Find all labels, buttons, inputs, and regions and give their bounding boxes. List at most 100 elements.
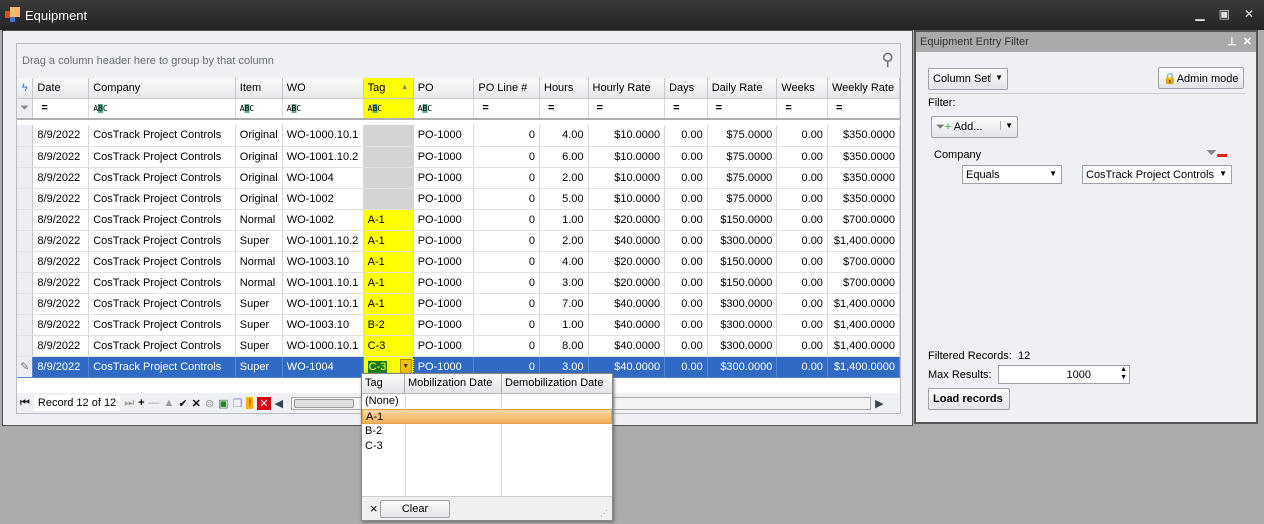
operator-select[interactable]: Equals ▼ [962, 165, 1062, 184]
cell-weekly-rate[interactable]: $350.0000 [827, 125, 901, 147]
cell-weeks[interactable]: 0.00 [776, 335, 828, 357]
resize-grip-icon[interactable]: ⋰ [600, 509, 608, 518]
cell-weeks[interactable]: 0.00 [776, 146, 828, 168]
cell-tag[interactable]: A-1 [363, 251, 414, 273]
cell-company[interactable]: CosTrack Project Controls [88, 272, 236, 294]
column-chooser-icon[interactable]: ϟ [17, 78, 34, 99]
cell-company[interactable]: CosTrack Project Controls [88, 293, 236, 315]
cell-days[interactable]: 0.00 [664, 272, 708, 294]
cell-hourly-rate[interactable]: $40.0000 [588, 293, 666, 315]
pin-icon[interactable]: ⊥ [1227, 36, 1237, 48]
cell-weekly-rate[interactable]: $1,400.0000 [827, 293, 901, 315]
filter-value-select[interactable]: CosTrack Project Controls ▼ [1082, 165, 1232, 184]
column-header-weeks[interactable]: Weeks [776, 78, 828, 99]
cell-weeks[interactable]: 0.00 [776, 230, 828, 252]
spin-icon[interactable]: ▲ ▼ [1120, 366, 1127, 382]
cell-date[interactable]: 8/9/2022 [32, 293, 90, 315]
cell-po[interactable]: PO-1000 [413, 188, 475, 210]
maximize-button[interactable]: ▣ [1219, 7, 1230, 21]
cell-wo[interactable]: WO-1000.10.1 [282, 125, 364, 147]
dropdown-item[interactable]: B-2 [362, 424, 612, 439]
filter-cell[interactable]: = [776, 98, 828, 120]
cell-company[interactable]: CosTrack Project Controls [88, 188, 236, 210]
cell-days[interactable]: 0.00 [664, 209, 708, 231]
cell-po-line-[interactable]: 0 [473, 314, 540, 336]
cell-weekly-rate[interactable]: $1,400.0000 [827, 230, 901, 252]
cell-item[interactable]: Original [235, 125, 283, 147]
cell-weekly-rate[interactable]: $1,400.0000 [827, 314, 901, 336]
cell-po[interactable]: PO-1000 [413, 167, 475, 189]
dropdown-col-mobilization[interactable]: Mobilization Date [405, 374, 502, 393]
cell-weeks[interactable]: 0.00 [776, 209, 828, 231]
clear-button[interactable]: Clear [380, 500, 450, 518]
filter-cell[interactable]: ABC [363, 98, 414, 120]
cell-weeks[interactable]: 0.00 [776, 167, 828, 189]
cell-po[interactable]: PO-1000 [413, 293, 475, 315]
dropdown-col-tag[interactable]: Tag [362, 374, 405, 393]
cell-item[interactable]: Super [235, 356, 283, 378]
cell-tag[interactable] [363, 146, 414, 168]
cell-wo[interactable]: WO-1001.10.1 [282, 272, 364, 294]
cell-daily-rate[interactable]: $300.0000 [707, 230, 778, 252]
filter-cell[interactable]: ABC [235, 98, 283, 120]
cell-weekly-rate[interactable]: $700.0000 [827, 251, 901, 273]
cell-hours[interactable]: 7.00 [539, 293, 589, 315]
cell-hours[interactable]: 5.00 [539, 188, 589, 210]
filter-cell[interactable]: = [707, 98, 778, 120]
row-indicator[interactable] [17, 335, 34, 357]
cell-po-line-[interactable]: 0 [473, 230, 540, 252]
cell-daily-rate[interactable]: $300.0000 [707, 335, 778, 357]
cell-wo[interactable]: WO-1001.10.2 [282, 146, 364, 168]
column-header-weekly-rate[interactable]: Weekly Rate [827, 78, 901, 99]
cell-weeks[interactable]: 0.00 [776, 356, 828, 378]
dropdown-item[interactable]: A-1 [362, 409, 612, 424]
filter-cell[interactable]: = [32, 98, 90, 120]
column-header-po[interactable]: PO [413, 78, 475, 99]
close-button[interactable]: ✕ [1244, 7, 1254, 21]
table-row[interactable]: 8/9/2022 CosTrack Project Controls Normal W… [17, 272, 901, 294]
row-indicator[interactable] [17, 314, 34, 336]
cell-tag[interactable]: A-1 [363, 272, 414, 294]
filter-cell[interactable]: ABC [88, 98, 236, 120]
save-record-button[interactable]: ✔ [178, 397, 187, 410]
cell-daily-rate[interactable]: $300.0000 [707, 293, 778, 315]
dropdown-button[interactable]: ▼ [399, 358, 412, 374]
cell-days[interactable]: 0.00 [664, 125, 708, 147]
cell-tag[interactable] [363, 188, 414, 210]
scroll-left-button[interactable]: ◀ [275, 397, 283, 410]
cell-po[interactable]: PO-1000 [413, 125, 475, 147]
cell-days[interactable]: 0.00 [664, 293, 708, 315]
dropdown-item[interactable]: C-3 [362, 439, 612, 454]
table-row[interactable]: 8/9/2022 CosTrack Project Controls Origina… [17, 146, 901, 168]
filter-cell[interactable]: = [539, 98, 589, 120]
cell-po-line-[interactable]: 0 [473, 251, 540, 273]
delete-record-button[interactable]: — [149, 397, 160, 409]
panel-close-icon[interactable]: ✕ [1243, 36, 1252, 48]
cell-days[interactable]: 0.00 [664, 188, 708, 210]
cell-item[interactable]: Super [235, 230, 283, 252]
cell-item[interactable]: Normal [235, 251, 283, 273]
cell-daily-rate[interactable]: $75.0000 [707, 167, 778, 189]
cell-daily-rate[interactable]: $150.0000 [707, 209, 778, 231]
row-indicator[interactable]: ✎ [17, 356, 34, 378]
row-indicator[interactable] [17, 146, 34, 168]
cell-po[interactable]: PO-1000 [413, 230, 475, 252]
cell-po-line-[interactable]: 0 [473, 188, 540, 210]
cell-days[interactable]: 0.00 [664, 251, 708, 273]
column-header-item[interactable]: Item [235, 78, 283, 99]
cell-wo[interactable]: WO-1002 [282, 188, 364, 210]
add-filter-button[interactable]: ⏷+ Add... ▼ [931, 116, 1018, 138]
cell-tag[interactable]: A-1 [363, 230, 414, 252]
export-excel-icon[interactable]: ▣ [218, 397, 228, 410]
cell-hourly-rate[interactable]: $10.0000 [588, 167, 666, 189]
cell-hourly-rate[interactable]: $20.0000 [588, 251, 666, 273]
refresh-icon[interactable]: ⊜ [205, 397, 214, 410]
copy-icon[interactable]: ❐ [232, 397, 242, 410]
cell-item[interactable]: Original [235, 167, 283, 189]
table-row[interactable]: 8/9/2022 CosTrack Project Controls Super WO… [17, 230, 901, 252]
column-header-days[interactable]: Days [664, 78, 708, 99]
dropdown-col-demobilization[interactable]: Demobilization Date [502, 374, 612, 393]
cell-days[interactable]: 0.00 [664, 356, 708, 378]
chevron-down-icon[interactable]: ▼ [1000, 121, 1013, 130]
cell-weekly-rate[interactable]: $1,400.0000 [827, 335, 901, 357]
